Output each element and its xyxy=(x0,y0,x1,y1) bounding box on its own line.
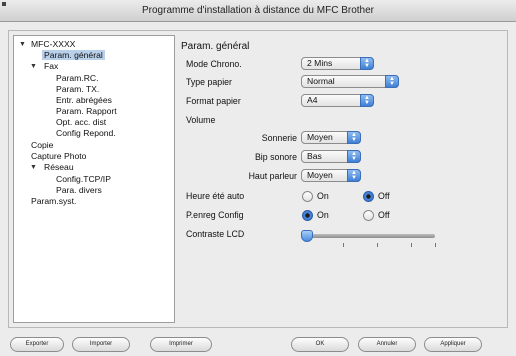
mode-chrono-label: Mode Chrono. xyxy=(186,59,242,69)
settings-window: ▼ MFC-XXXX Param. général ▼ Fax Param.RC… xyxy=(8,30,508,328)
mode-chrono-select[interactable]: 2 Mins ▲ ▼ xyxy=(301,57,374,70)
exporter-button[interactable]: Exporter xyxy=(10,337,64,352)
format-papier-select[interactable]: A4 ▲ ▼ xyxy=(301,94,374,107)
popup-arrows-icon: ▲ ▼ xyxy=(385,75,399,88)
disclosure-triangle-icon[interactable]: ▼ xyxy=(30,61,37,72)
importer-button[interactable]: Importer xyxy=(72,337,130,352)
sonnerie-value: Moyen xyxy=(307,132,333,142)
bip-sonore-select[interactable]: Bas ▲ ▼ xyxy=(301,150,361,163)
type-papier-label: Type papier xyxy=(186,77,232,87)
tree-item-label: Config Repond. xyxy=(56,128,116,138)
tree-item-param-tx[interactable]: Param. TX. xyxy=(56,84,99,95)
slider-track[interactable] xyxy=(303,234,435,238)
volume-label: Volume xyxy=(186,115,216,125)
bip-sonore-label: Bip sonore xyxy=(254,152,297,162)
tree-item-entr-abregees[interactable]: Entr. abrégées xyxy=(56,95,112,106)
imprimer-button[interactable]: Imprimer xyxy=(150,337,212,352)
tree-item-config-tcpip[interactable]: Config.TCP/IP xyxy=(56,174,111,185)
tree-item-label: Para. divers xyxy=(56,185,102,195)
tree-item-label: Param. général xyxy=(42,50,105,60)
disclosure-triangle-icon[interactable]: ▼ xyxy=(19,39,26,50)
tree-item-label: MFC-XXXX xyxy=(31,39,76,49)
tree-item-param-general[interactable]: Param. général xyxy=(42,50,105,61)
format-papier-label: Format papier xyxy=(186,96,241,106)
tree-item-label: Entr. abrégées xyxy=(56,95,112,105)
appliquer-button[interactable]: Appliquer xyxy=(424,337,482,352)
haut-parleur-select[interactable]: Moyen ▲ ▼ xyxy=(301,169,361,182)
annuler-button[interactable]: Annuler xyxy=(358,337,416,352)
tree-item-label: Fax xyxy=(44,61,59,71)
settings-panel: Param. général Mode Chrono. 2 Mins ▲ ▼ Ty… xyxy=(181,31,507,327)
slider-tick xyxy=(343,243,344,247)
slider-tick xyxy=(435,243,436,247)
bip-sonore-value: Bas xyxy=(307,151,322,161)
slider-tick xyxy=(377,243,378,247)
window-title: Programme d'installation à distance du M… xyxy=(141,5,374,16)
tree-item-label: Opt. acc. dist xyxy=(56,117,107,127)
popup-arrows-icon: ▲ ▼ xyxy=(347,169,361,182)
title-bar: Programme d'installation à distance du M… xyxy=(0,0,516,22)
tree-item-param-syst[interactable]: Param.syst. xyxy=(31,196,76,207)
type-papier-select[interactable]: Normal ▲ ▼ xyxy=(301,75,399,88)
window-corner-icon xyxy=(2,2,6,6)
type-papier-value: Normal xyxy=(307,76,335,86)
tree-item-param-rapport[interactable]: Param. Rapport xyxy=(56,106,117,117)
format-papier-value: A4 xyxy=(307,95,318,105)
ok-button[interactable]: OK xyxy=(291,337,349,352)
mode-chrono-value: 2 Mins xyxy=(307,58,333,68)
radio-selected-icon xyxy=(302,210,313,221)
tree-item-label: Capture Photo xyxy=(31,151,87,161)
radio-off-icon xyxy=(302,191,313,202)
tree-item-opt-acc-dist[interactable]: Opt. acc. dist xyxy=(56,117,106,128)
settings-tree[interactable]: ▼ MFC-XXXX Param. général ▼ Fax Param.RC… xyxy=(13,35,175,323)
radio-label: On xyxy=(317,210,329,220)
tree-item-para-divers[interactable]: Para. divers xyxy=(56,185,102,196)
sonnerie-select[interactable]: Moyen ▲ ▼ xyxy=(301,131,361,144)
tree-item-label: Param. TX. xyxy=(56,84,100,94)
radio-selected-icon xyxy=(363,191,374,202)
disclosure-triangle-icon[interactable]: ▼ xyxy=(30,162,37,173)
slider-tick xyxy=(411,243,412,247)
tree-item-label: Param.syst. xyxy=(31,196,77,206)
tree-item-label: Copie xyxy=(31,140,54,150)
radio-label: Off xyxy=(378,191,390,201)
popup-arrows-icon: ▲ ▼ xyxy=(347,150,361,163)
tree-item-label: Param.RC. xyxy=(56,73,99,83)
tree-item-copie[interactable]: Copie xyxy=(31,140,53,151)
popup-arrows-icon: ▲ ▼ xyxy=(360,94,374,107)
radio-off-icon xyxy=(363,210,374,221)
tree-item-param-rc[interactable]: Param.RC. xyxy=(56,73,99,84)
tree-item-label: Config.TCP/IP xyxy=(56,174,111,184)
tree-item-label: Réseau xyxy=(44,162,74,172)
sonnerie-label: Sonnerie xyxy=(261,133,297,143)
tree-item-capture-photo[interactable]: Capture Photo xyxy=(31,151,86,162)
radio-label: Off xyxy=(378,210,390,220)
tree-item-config-repond[interactable]: Config Repond. xyxy=(56,128,116,139)
penreg-config-label: P.enreg Config xyxy=(186,210,244,220)
popup-arrows-icon: ▲ ▼ xyxy=(360,57,374,70)
contraste-lcd-label: Contraste LCD xyxy=(186,229,245,239)
slider-thumb[interactable] xyxy=(301,230,313,242)
radio-label: On xyxy=(317,191,329,201)
heure-ete-label: Heure été auto xyxy=(186,191,245,201)
haut-parleur-label: Haut parleur xyxy=(248,171,297,181)
tree-item-label: Param. Rapport xyxy=(56,106,117,116)
haut-parleur-value: Moyen xyxy=(307,170,333,180)
popup-arrows-icon: ▲ ▼ xyxy=(347,131,361,144)
panel-title: Param. général xyxy=(181,41,250,52)
